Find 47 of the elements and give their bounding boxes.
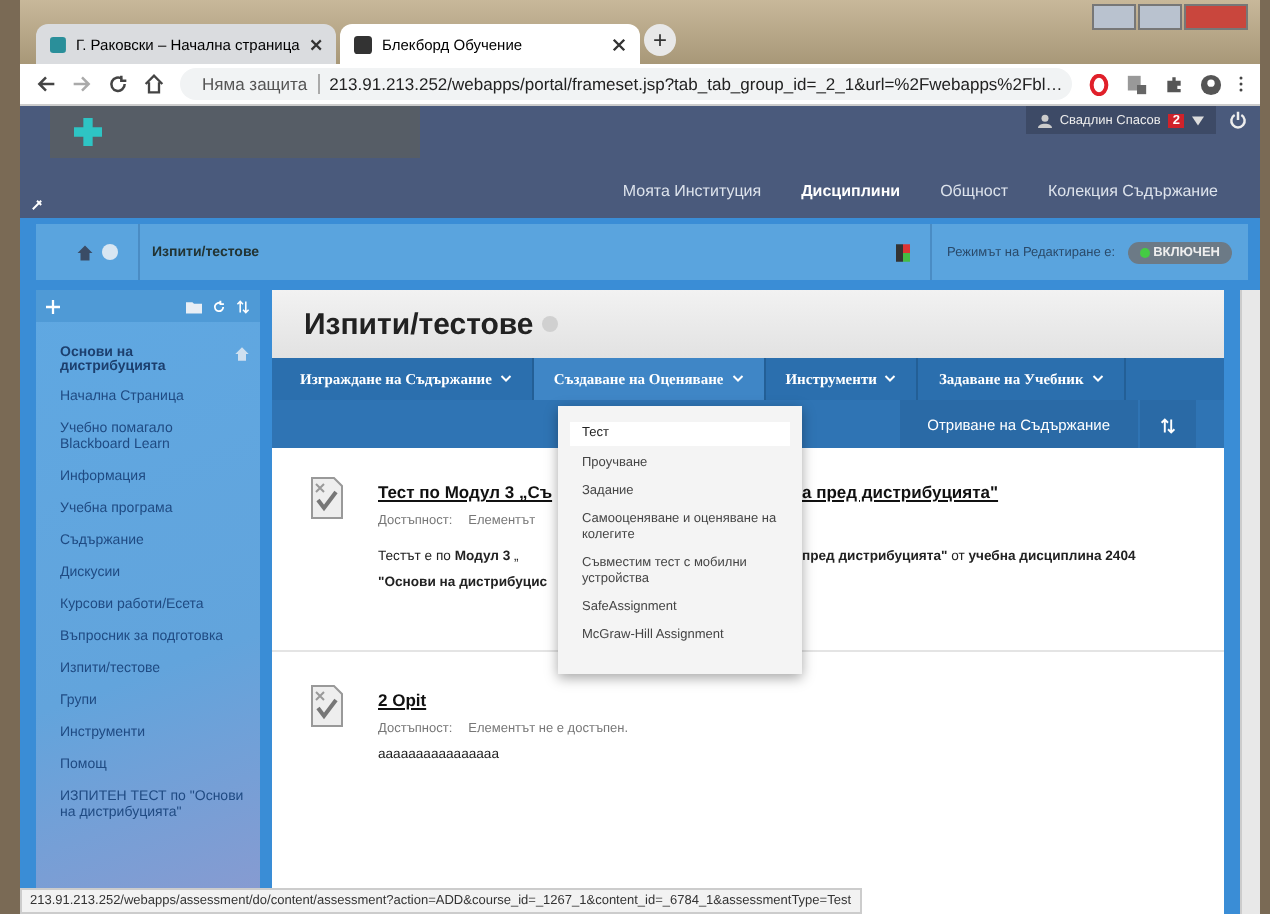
new-tab-button[interactable]: +	[644, 24, 676, 56]
url-text: 213.91.213.252/webapps/portal/frameset.jsp?tab_tab_group_id=_2_1&url=%2Fwebapps%2Fbl…	[329, 74, 1063, 94]
home-icon[interactable]	[144, 74, 164, 94]
chevron-down-icon	[499, 374, 512, 384]
minimize-button[interactable]	[1092, 4, 1136, 30]
test-icon	[306, 684, 346, 728]
back-icon[interactable]	[36, 74, 56, 94]
palette-icon[interactable]	[895, 243, 910, 261]
opera-icon[interactable]	[1088, 73, 1110, 95]
account-icon[interactable]	[1200, 73, 1222, 95]
nav-tab[interactable]: Общност	[940, 181, 1008, 199]
close-icon[interactable]	[612, 37, 626, 51]
folder-icon[interactable]	[186, 299, 202, 313]
test-title-link[interactable]: а пред дистрибуцията"	[802, 482, 999, 502]
close-icon[interactable]	[309, 37, 322, 51]
sort-icon	[1160, 417, 1176, 433]
chevron-down-icon	[731, 374, 744, 384]
power-icon[interactable]	[1228, 110, 1248, 130]
scrollbar[interactable]	[1240, 290, 1260, 914]
logo-banner[interactable]	[50, 106, 420, 158]
nav-tab[interactable]: Дисциплини	[801, 181, 901, 199]
sort-button[interactable]	[1140, 400, 1196, 448]
site-icon	[354, 35, 372, 53]
forward-icon[interactable]	[72, 74, 92, 94]
add-icon[interactable]	[46, 299, 60, 313]
test-title-link[interactable]: 2 Opit	[378, 690, 427, 710]
chevron-down-icon	[884, 374, 897, 384]
cross-icon	[74, 118, 102, 146]
maximize-button[interactable]	[1138, 4, 1182, 30]
refresh-icon[interactable]	[212, 299, 226, 313]
user-icon	[1037, 113, 1052, 127]
sort-icon[interactable]	[236, 299, 250, 313]
test-title-link[interactable]: Тест по Модул 3 „Съ	[378, 482, 558, 502]
nav-tab[interactable]: Моята Институция	[622, 181, 762, 199]
reload-icon[interactable]	[108, 74, 128, 94]
security-label: Няма защита	[202, 74, 320, 94]
caret-icon	[1192, 115, 1204, 125]
puzzle-icon[interactable]	[1164, 74, 1184, 94]
chevron-down-icon	[1091, 374, 1104, 384]
menu-icon[interactable]	[1238, 74, 1244, 94]
site-icon	[50, 35, 66, 53]
circle-icon[interactable]	[102, 244, 118, 260]
test-icon	[306, 476, 346, 520]
page-title: Изпити/тестове	[304, 307, 534, 341]
extension-icon[interactable]	[1126, 73, 1148, 95]
address-bar[interactable]: Няма защита 213.91.213.252/webapps/portal/frameset.jsp?tab_tab_group_id=_2_1&url=%2Fwebapps%2Fbl…	[180, 68, 1072, 100]
nav-tab[interactable]: Колекция Съдържание	[1047, 181, 1218, 199]
